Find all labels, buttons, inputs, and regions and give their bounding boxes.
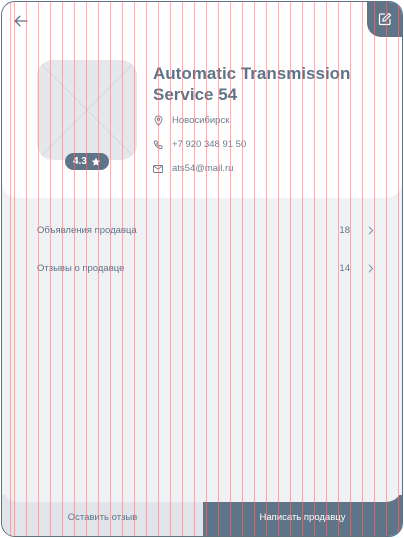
seller-email: ats54@mail.ru	[172, 163, 234, 174]
seller-phone: +7 920 348 91 50	[172, 139, 247, 150]
phone-icon	[153, 140, 163, 150]
seller-city: Новосибирск	[172, 115, 230, 126]
image-placeholder-icon	[37, 60, 137, 160]
list-item-label: Отзывы о продавце	[37, 263, 125, 274]
app-frame: 4.3 Automatic Transmission Service 54 Но…	[1, 1, 403, 537]
seller-avatar-placeholder	[37, 60, 137, 160]
content-panel-bottom	[2, 472, 402, 502]
mail-icon	[153, 164, 163, 174]
seller-name: Automatic Transmission Service 54	[153, 64, 351, 104]
seller-city-row: Новосибирск	[153, 115, 229, 126]
list-item-count: 18	[339, 225, 350, 236]
seller-phone-row[interactable]: +7 920 348 91 50	[153, 139, 246, 150]
seller-links-list: Объявления продавца 18 Отзывы о продавце…	[2, 212, 402, 288]
arrow-left-icon	[14, 15, 28, 27]
seller-email-row[interactable]: ats54@mail.ru	[153, 163, 233, 174]
edit-icon	[378, 12, 392, 26]
edit-button[interactable]	[367, 2, 402, 37]
list-item-seller-ads[interactable]: Объявления продавца 18	[2, 212, 402, 250]
chevron-right-icon	[368, 224, 376, 236]
seller-header-card: 4.3 Automatic Transmission Service 54 Но…	[2, 2, 402, 198]
rating-value: 4.3	[73, 156, 87, 167]
rating-badge: 4.3	[65, 153, 109, 170]
star-icon	[91, 157, 101, 166]
location-pin-icon	[153, 115, 163, 126]
list-item-count: 14	[339, 263, 350, 274]
list-item-seller-reviews[interactable]: Отзывы о продавце 14	[2, 250, 402, 288]
list-item-label: Объявления продавца	[37, 225, 137, 236]
chevron-right-icon	[368, 262, 376, 274]
back-button[interactable]	[12, 12, 30, 30]
